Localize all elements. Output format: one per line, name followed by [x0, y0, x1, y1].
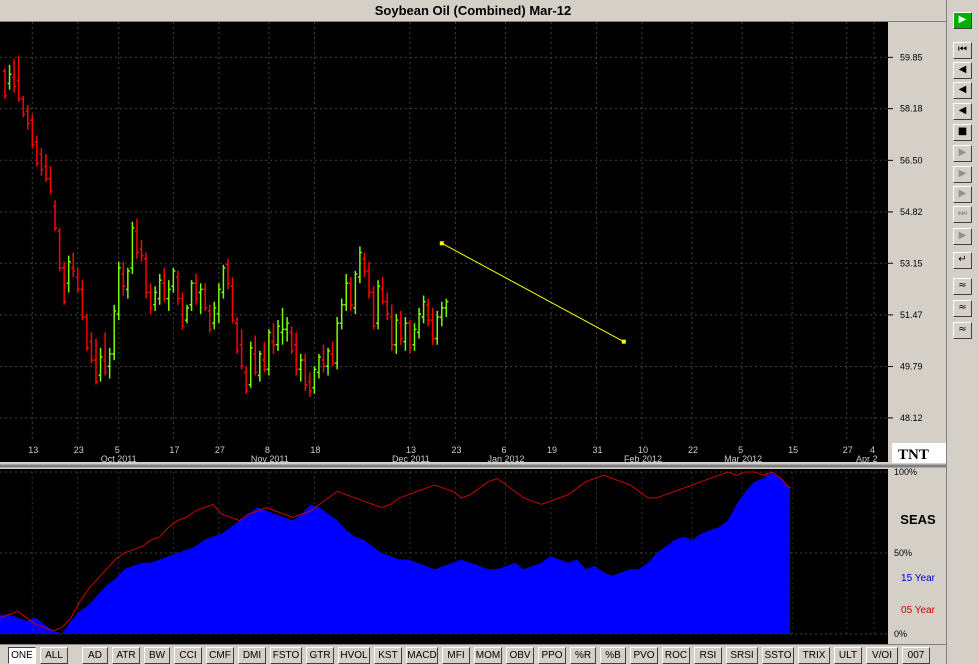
date-month-label: Mar 2012 [724, 454, 762, 464]
date-month-label: Dec 2011 [392, 454, 430, 464]
seasonal-pct-label: 50% [894, 548, 912, 558]
tab-gtr[interactable]: GTR [306, 647, 334, 664]
price-label: 54.82 [900, 207, 923, 217]
ff-icon[interactable]: ▶ [953, 228, 972, 245]
date-day-label: 23 [451, 445, 461, 455]
date-day-label: 27 [215, 445, 225, 455]
price-label: 58.18 [900, 104, 923, 114]
tnt-logo-text: TNT [898, 447, 929, 463]
tab-rsi[interactable]: RSI [694, 647, 722, 664]
trendline-handle-end[interactable] [621, 339, 626, 344]
tab-pvo[interactable]: PVO [630, 647, 658, 664]
tab-dmi[interactable]: DMI [238, 647, 266, 664]
tab-007[interactable]: 007 [902, 647, 930, 664]
tab-ad[interactable]: AD [82, 647, 108, 664]
tab-roc[interactable]: ROC [662, 647, 690, 664]
indicator-tab-bar: ONE ALL AD ATR BW CCI CMF DMI FSTO GTR HVOL KST MACD… [0, 644, 946, 664]
tab-r[interactable]: %R [570, 647, 596, 664]
date-month-label: Feb 2012 [624, 454, 662, 464]
wave3-icon[interactable]: ≈ [953, 322, 972, 339]
tab-hvol[interactable]: HVOL [338, 647, 370, 664]
tab-ppo[interactable]: PPO [538, 647, 566, 664]
seasonal-pct-label: 0% [894, 629, 907, 639]
price-label: 53.15 [900, 258, 923, 268]
legend-15-year: 15 Year [901, 573, 935, 584]
tab-b[interactable]: %B [600, 647, 626, 664]
fast-fwd-icon[interactable]: ▶ [953, 166, 972, 183]
tab-mfi[interactable]: MFI [442, 647, 470, 664]
toolbar-panel: ▶ ⏮ ◀ ◀ ◀ ■ ▶ ▶ ▶ ⏭ ▶ ↵ ≈ ≈ ≈ [946, 0, 978, 664]
date-day-label: 18 [310, 445, 320, 455]
tab-one[interactable]: ONE [8, 647, 36, 664]
rewind-icon[interactable]: ◀ [953, 62, 972, 79]
date-day-label: 31 [593, 445, 603, 455]
tab-voi[interactable]: V/OI [866, 647, 898, 664]
seasonal-pct-label: 100% [894, 467, 917, 477]
tab-cci[interactable]: CCI [174, 647, 202, 664]
seasonal-title: SEAS [900, 512, 936, 527]
tab-all[interactable]: ALL [40, 647, 68, 664]
step-back-icon[interactable]: ◀ [953, 82, 972, 99]
wave2-icon[interactable]: ≈ [953, 300, 972, 317]
tab-trix[interactable]: TRIX [798, 647, 830, 664]
tab-macd[interactable]: MACD [406, 647, 438, 664]
stop-icon[interactable]: ■ [953, 124, 972, 141]
tab-atr[interactable]: ATR [112, 647, 140, 664]
last-icon[interactable]: ⏭ [953, 206, 972, 223]
date-month-label: Nov 2011 [251, 454, 289, 464]
date-day-label: 27 [843, 445, 853, 455]
tab-ssto[interactable]: SSTO [762, 647, 794, 664]
price-label: 56.50 [900, 155, 923, 165]
chart-title: Soybean Oil (Combined) Mar-12 [0, 0, 946, 22]
price-label: 49.79 [900, 362, 923, 372]
date-month-label: Jan 2012 [488, 454, 525, 464]
first-icon[interactable]: ⏮ [953, 42, 972, 59]
tab-ult[interactable]: ULT [834, 647, 862, 664]
price-label: 59.85 [900, 52, 923, 62]
forward-icon[interactable]: ▶ [953, 186, 972, 203]
tab-srsi[interactable]: SRSI [726, 647, 758, 664]
play-icon[interactable]: ▶ [953, 12, 972, 29]
price-panel-bg [0, 22, 888, 462]
step-fwd-icon[interactable]: ▶ [953, 145, 972, 162]
tab-fsto[interactable]: FSTO [270, 647, 302, 664]
chart-area[interactable]: 59.85 58.18 56.50 54.82 53.15 51.47 49.79 48.12… [0, 22, 946, 644]
price-label: 51.47 [900, 310, 923, 320]
date-month-label: Apr 2 [856, 454, 878, 464]
price-label: 48.12 [900, 413, 923, 423]
tab-obv[interactable]: OBV [506, 647, 534, 664]
tab-kst[interactable]: KST [374, 647, 402, 664]
date-day-label: 13 [28, 445, 38, 455]
price-axis-bg [888, 22, 946, 462]
date-day-label: 17 [169, 445, 179, 455]
date-day-label: 22 [688, 445, 698, 455]
date-day-label: 23 [74, 445, 84, 455]
wave-icon[interactable]: ≈ [953, 278, 972, 295]
date-day-label: 19 [547, 445, 557, 455]
fast-back-icon[interactable]: ◀ [953, 103, 972, 120]
date-day-label: 15 [788, 445, 798, 455]
date-month-label: Oct 2011 [101, 454, 137, 464]
legend-05-year: 05 Year [901, 605, 935, 616]
tab-bw[interactable]: BW [144, 647, 170, 664]
app-window: Soybean Oil (Combined) Mar-12 59.85 58.18… [0, 0, 978, 664]
tab-cmf[interactable]: CMF [206, 647, 234, 664]
tab-mom[interactable]: MOM [474, 647, 502, 664]
redraw-icon[interactable]: ↵ [953, 252, 972, 269]
trendline-handle-start[interactable] [439, 241, 444, 246]
